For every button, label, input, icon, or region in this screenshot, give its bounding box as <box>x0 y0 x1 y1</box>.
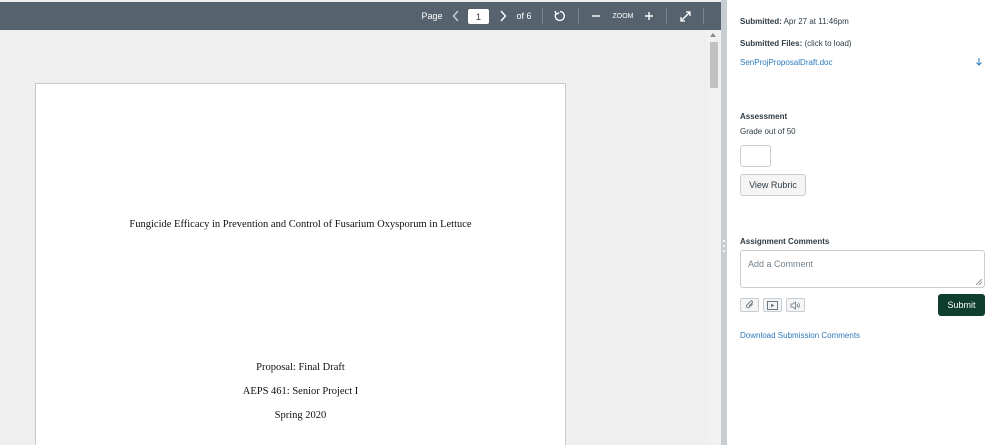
page-total: of 6 <box>516 11 532 21</box>
document-viewer: Page of 6 ZOOM <box>0 0 721 445</box>
document-page: Fungicide Efficacy in Prevention and Con… <box>35 83 566 445</box>
chevron-left-icon <box>452 10 459 22</box>
submitted-label: Submitted: <box>740 17 782 26</box>
fullscreen-button[interactable] <box>677 2 693 30</box>
document-line: AEPS 461: Senior Project I <box>242 386 359 397</box>
zoom-in-button[interactable] <box>641 2 657 30</box>
scroll-up-arrow-icon[interactable] <box>710 33 716 37</box>
submitted-date: Apr 27 at 11:46pm <box>783 17 849 26</box>
comment-placeholder: Add a Comment <box>748 259 814 269</box>
paperclip-icon <box>745 300 753 309</box>
resize-grip-icon[interactable] <box>976 279 982 285</box>
plus-icon <box>645 12 653 20</box>
submit-comment-button[interactable]: Submit <box>938 294 985 316</box>
viewer-scrollbar[interactable] <box>707 30 721 445</box>
scroll-thumb[interactable] <box>710 42 718 88</box>
assessment-heading: Assessment <box>740 112 788 121</box>
grade-input[interactable] <box>740 145 771 167</box>
page-number-input[interactable] <box>468 9 489 24</box>
document-title: Fungicide Efficacy in Prevention and Con… <box>129 219 472 230</box>
submitted-files-row: Submitted Files: (click to load) <box>740 39 852 48</box>
prev-page-button[interactable] <box>449 2 463 30</box>
document-line: Spring 2020 <box>274 410 327 421</box>
page-label: Page <box>421 11 443 21</box>
record-media-button[interactable] <box>763 298 782 312</box>
next-page-button[interactable] <box>496 2 510 30</box>
rotate-icon <box>554 10 565 22</box>
speech-recognition-button[interactable] <box>786 298 805 312</box>
attach-file-button[interactable] <box>740 298 759 312</box>
toolbar-divider <box>542 8 543 24</box>
comment-textarea[interactable]: Add a Comment <box>740 250 985 288</box>
submitted-file-link[interactable]: SenProjProposalDraft.doc <box>740 58 833 67</box>
grade-label: Grade out of 50 <box>740 127 796 136</box>
comments-heading: Assignment Comments <box>740 237 830 246</box>
document-line: Proposal: Final Draft <box>256 362 345 373</box>
download-file-button[interactable] <box>975 54 983 72</box>
media-icon <box>767 300 778 310</box>
grading-panel: Submitted: Apr 27 at 11:46pm Submitted F… <box>727 0 998 445</box>
download-comments-link[interactable]: Download Submission Comments <box>740 331 860 340</box>
minus-icon <box>592 15 600 17</box>
speedgrader-window: Page of 6 ZOOM <box>0 0 998 445</box>
toolbar-divider <box>666 8 667 24</box>
submitted-row: Submitted: Apr 27 at 11:46pm <box>740 17 849 26</box>
view-rubric-button[interactable]: View Rubric <box>740 174 806 196</box>
submitted-files-label: Submitted Files: <box>740 39 803 48</box>
rotate-button[interactable] <box>552 2 568 30</box>
grip-icon <box>722 240 726 252</box>
toolbar-divider <box>703 8 704 24</box>
zoom-out-button[interactable] <box>588 2 604 30</box>
speaker-icon <box>790 300 800 310</box>
download-arrow-icon <box>976 58 982 66</box>
zoom-label: ZOOM <box>612 12 634 20</box>
submitted-files-hint: (click to load) <box>804 39 852 48</box>
expand-icon <box>679 10 691 22</box>
chevron-right-icon <box>500 10 507 22</box>
toolbar-divider <box>578 8 579 24</box>
viewer-toolbar: Page of 6 ZOOM <box>0 2 721 30</box>
